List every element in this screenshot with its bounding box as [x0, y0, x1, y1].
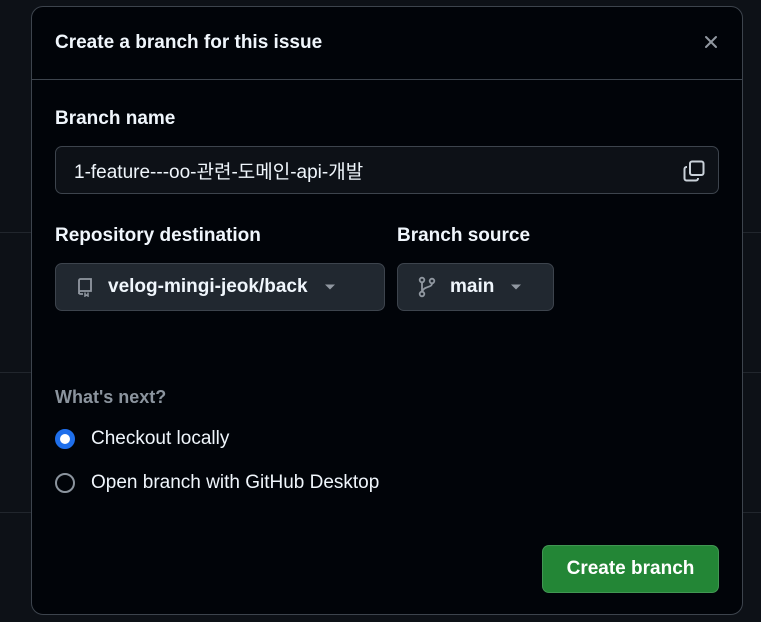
radio-label: Open branch with GitHub Desktop [91, 472, 380, 493]
branch-name-input[interactable]: 1-feature---oo-관련-도메인-api-개발 [55, 146, 719, 194]
create-branch-button[interactable]: Create branch [542, 545, 719, 593]
branch-name-value: 1-feature---oo-관련-도메인-api-개발 [74, 161, 364, 183]
branch-source-select[interactable]: main [397, 263, 554, 311]
radio-checkout-locally[interactable]: Checkout locally [55, 428, 229, 450]
repository-destination-label: Repository destination [55, 225, 261, 246]
close-button[interactable] [698, 29, 724, 55]
dialog-header: Create a branch for this issue [32, 7, 742, 80]
git-branch-icon [418, 276, 436, 298]
chevron-down-icon [324, 284, 335, 290]
dialog-title: Create a branch for this issue [55, 32, 323, 53]
whats-next-label: What's next? [55, 387, 167, 407]
copy-icon [683, 160, 705, 182]
radio-label: Checkout locally [91, 428, 230, 449]
repo-icon [78, 278, 92, 297]
radio-button-selected[interactable] [55, 429, 75, 449]
radio-open-github-desktop[interactable]: Open branch with GitHub Desktop [55, 472, 379, 494]
radio-button-unselected[interactable] [55, 473, 75, 493]
repository-value: velog-mingi-jeok/back [108, 276, 308, 297]
copy-button[interactable] [680, 157, 708, 185]
repository-select[interactable]: velog-mingi-jeok/back [55, 263, 385, 311]
create-branch-dialog: Create a branch for this issue Branch na… [31, 6, 743, 615]
branch-source-label: Branch source [397, 225, 531, 246]
branch-source-value: main [450, 276, 495, 297]
branch-name-label: Branch name [55, 108, 176, 129]
close-icon [705, 36, 717, 48]
chevron-down-icon [511, 284, 522, 290]
